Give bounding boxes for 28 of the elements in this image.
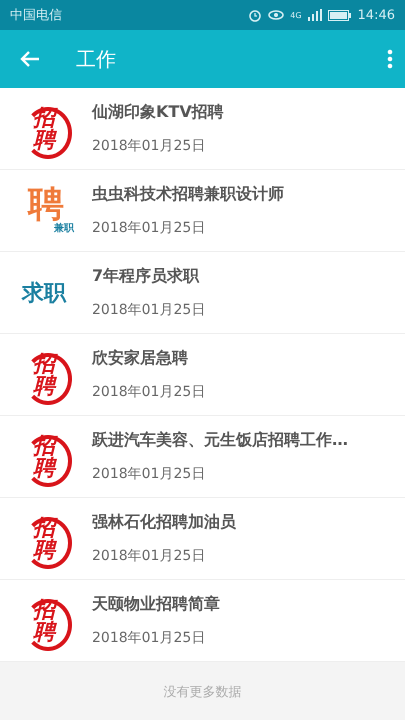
post-date: 2018年01月25日 — [92, 219, 206, 237]
end-of-list-text: 没有更多数据 — [164, 684, 242, 701]
battery-icon — [328, 10, 352, 20]
network-label: 4G — [290, 10, 302, 20]
logo-subtext: 兼职 — [54, 223, 74, 234]
job-title[interactable]: 天颐物业招聘简章 — [92, 594, 220, 615]
clock-time: 14:46 — [358, 8, 395, 22]
carrier-name: 中国电信 — [10, 7, 62, 24]
more-options-icon[interactable] — [387, 49, 393, 69]
page-title: 工作 — [76, 46, 117, 72]
back-arrow-icon[interactable] — [20, 50, 40, 68]
job-title[interactable]: 7年程序员求职 — [92, 266, 206, 287]
logo-text: 求职 — [22, 280, 66, 308]
logo-text: 聘 — [28, 187, 64, 223]
signal-icon — [308, 9, 322, 21]
post-date: 2018年01月25日 — [92, 383, 206, 401]
alarm-icon — [248, 8, 262, 22]
post-date: 2018年01月25日 — [92, 137, 206, 155]
eye-icon — [268, 9, 284, 21]
post-date: 2018年01月25日 — [92, 301, 206, 319]
post-date: 2018年01月25日 — [92, 629, 206, 647]
job-title[interactable]: 强林石化招聘加油员 — [92, 512, 236, 533]
post-date: 2018年01月25日 — [92, 465, 206, 483]
job-title[interactable]: 欣安家居急聘 — [92, 348, 206, 369]
job-title[interactable]: 跃进汽车美容、元生饭店招聘工作… — [92, 430, 348, 451]
post-date: 2018年01月25日 — [92, 547, 206, 565]
job-title[interactable]: 仙湖印象KTV招聘 — [92, 102, 224, 123]
job-title[interactable]: 虫虫科技术招聘兼职设计师 — [92, 184, 284, 205]
